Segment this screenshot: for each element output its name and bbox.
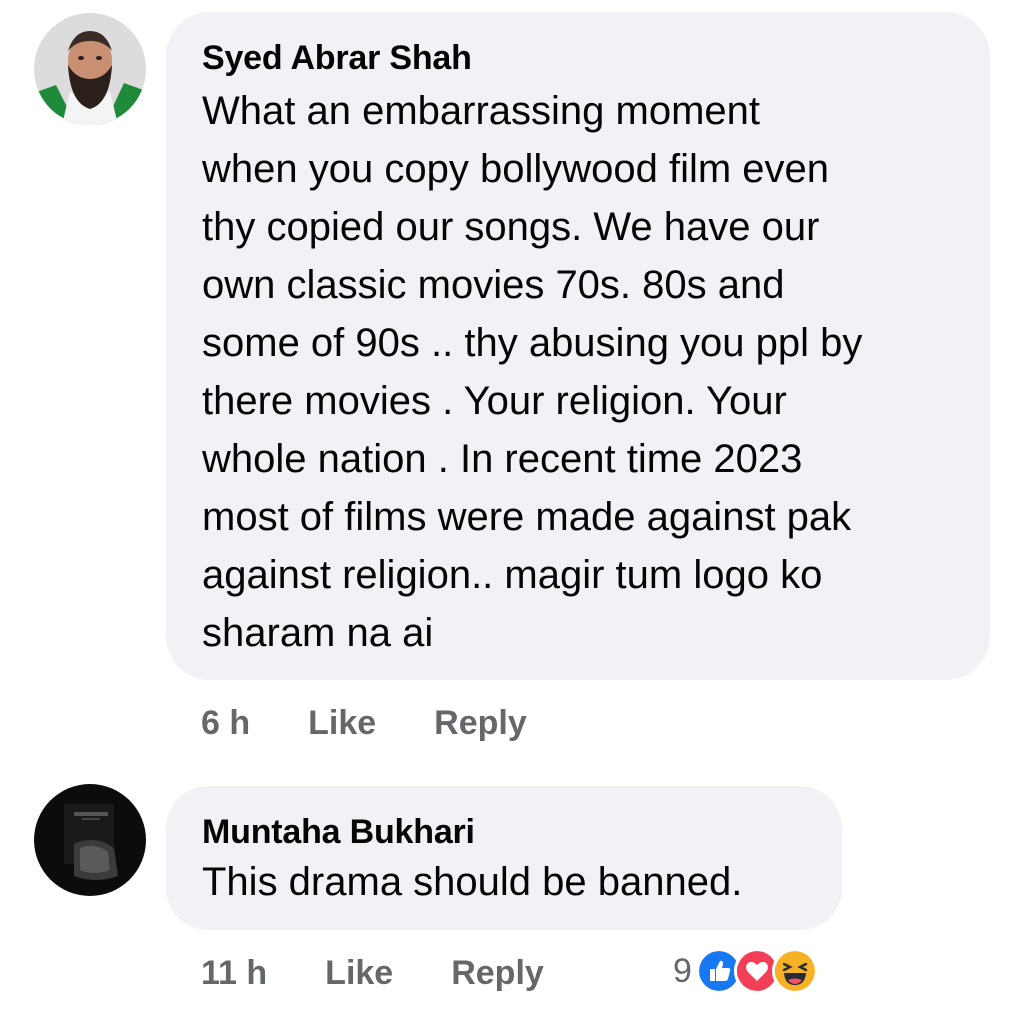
like-button[interactable]: Like (325, 954, 393, 993)
avatar-syed-abrar-shah[interactable] (34, 13, 146, 125)
comment-actions: 6 h Like Reply (201, 698, 527, 748)
comment-line: What an embarrassing moment (202, 89, 761, 133)
comment-actions: 11 h Like Reply (201, 948, 544, 998)
reaction-summary[interactable]: 9 (673, 946, 818, 996)
comment-line: against religion.. magir tum logo ko (202, 553, 823, 597)
comment-line: whole nation . In recent time 2023 (202, 437, 803, 481)
comment-line: sharam na ai (202, 611, 434, 655)
comment-line: when you copy bollywood film even (202, 147, 830, 191)
haha-icon (771, 948, 818, 994)
comment-line: there movies . Your religion. Your (202, 379, 787, 423)
like-button[interactable]: Like (308, 704, 376, 743)
reply-button[interactable]: Reply (434, 704, 527, 743)
comment-bubble: Muntaha Bukhari This drama should be ban… (166, 786, 842, 930)
profile-photo-icon (34, 13, 146, 125)
comment-line: some of 90s .. thy abusing you ppl by (202, 321, 863, 365)
profile-photo-icon (34, 784, 146, 896)
comment-timestamp[interactable]: 11 h (201, 954, 267, 993)
comment-line: own classic movies 70s. 80s and (202, 263, 785, 307)
comment-line: most of films were made against pak (202, 495, 852, 539)
comment-timestamp[interactable]: 6 h (201, 704, 250, 743)
comments-thread: Syed Abrar Shah What an embarrassing mom… (0, 0, 1024, 1020)
comment-text: This drama should be banned. (202, 860, 743, 904)
comment-author[interactable]: Syed Abrar Shah (202, 36, 990, 80)
reaction-count: 9 (673, 951, 692, 990)
avatar-muntaha-bukhari[interactable] (34, 784, 146, 896)
reply-button[interactable]: Reply (451, 954, 544, 993)
comment-bubble: Syed Abrar Shah What an embarrassing mom… (166, 12, 990, 680)
comment-author[interactable]: Muntaha Bukhari (202, 810, 842, 854)
comment-text: What an embarrassing moment when you cop… (202, 82, 990, 662)
comment-line: thy copied our songs. We have our (202, 205, 820, 249)
